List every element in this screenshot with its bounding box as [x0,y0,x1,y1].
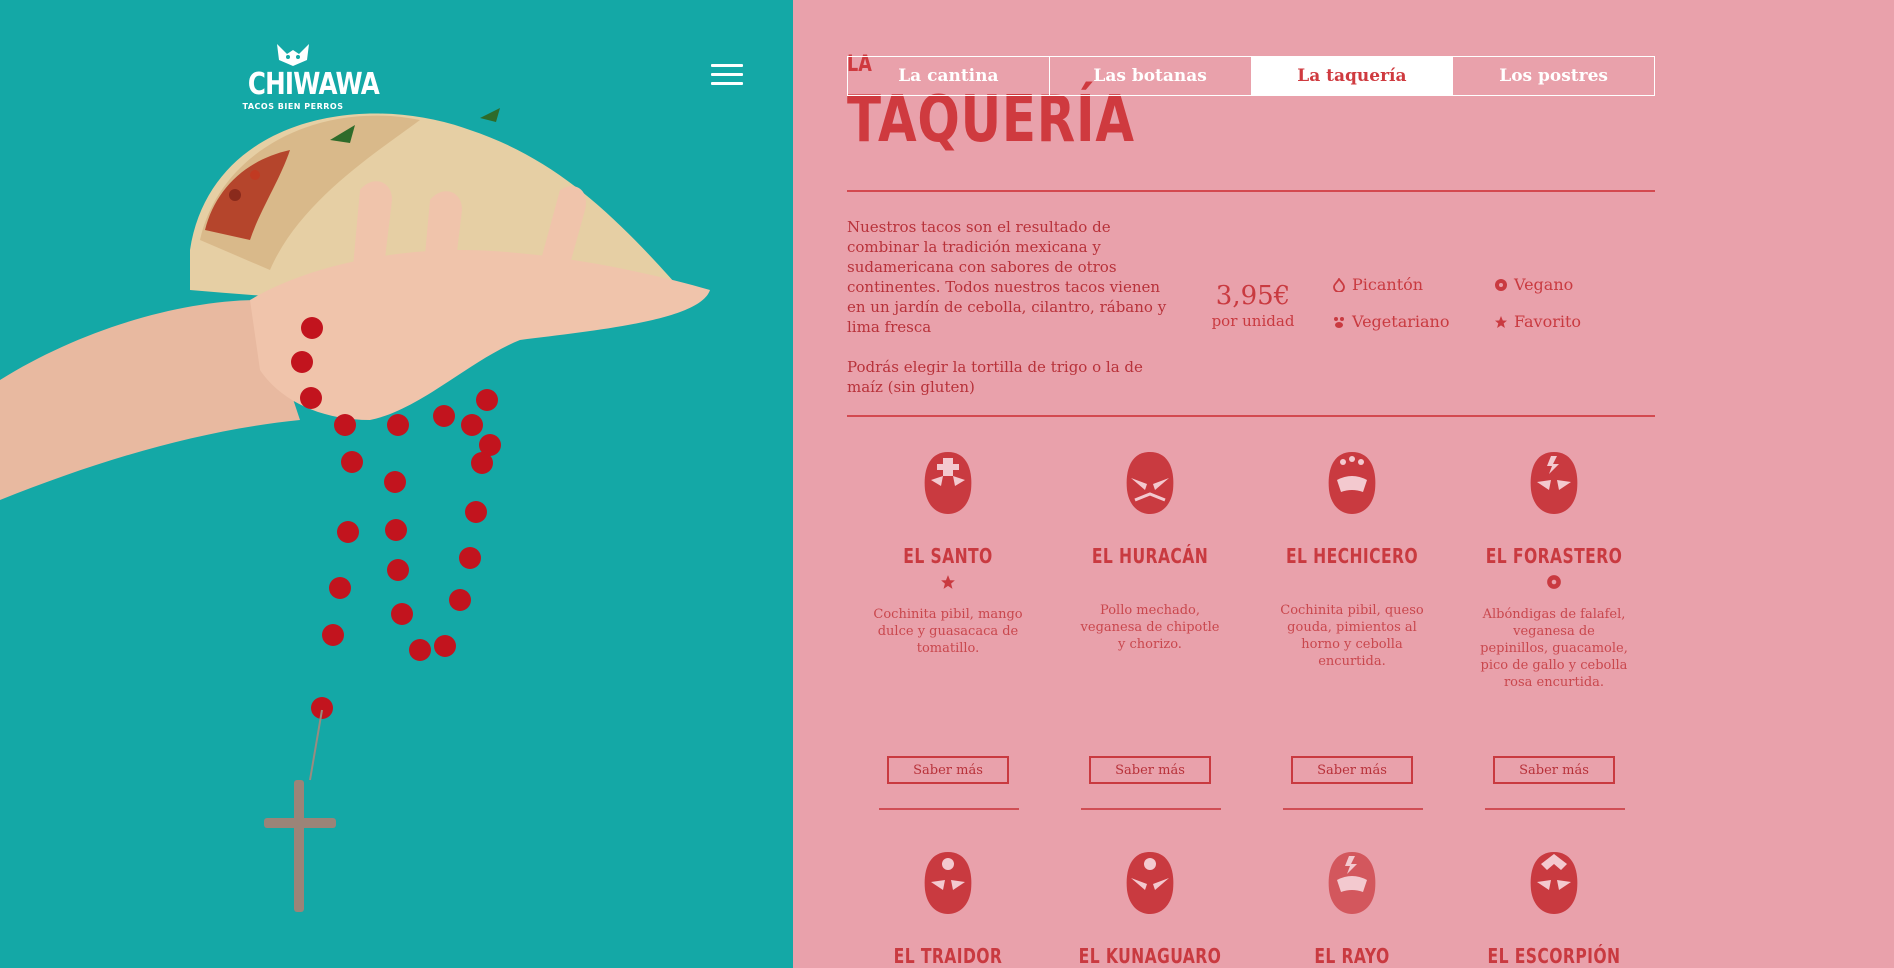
taco-name: EL FORASTERO [1485,544,1623,568]
saber-mas-button[interactable]: Saber más [1291,756,1413,784]
legend-item-vegetariano: Vegetariano [1332,312,1494,331]
taco-grid-row-2: EL TRAIDOR EL KUNAGUARO EL RAYO EL ESCOR… [847,850,1655,968]
tab-los-postres[interactable]: Los postres [1453,57,1654,95]
legend-label: Vegano [1514,275,1574,294]
wrestler-mask-icon [1530,852,1578,914]
wrestler-mask-icon [1530,452,1578,514]
taco-card: EL HURACÁN Pollo mechado, veganesa de ch… [1049,450,1251,825]
divider [847,190,1655,192]
taco-description: Cochinita pibil, queso gouda, pimientos … [1280,603,1424,669]
legend-item-vegano: Vegano [1494,275,1656,294]
wrestler-mask-icon [1328,852,1376,914]
menu-icon-bar [711,73,743,76]
legend-label: Favorito [1514,312,1582,331]
legend-item-favorito: Favorito [1494,312,1656,331]
taco-name: EL SANTO [903,544,993,568]
taco-name: EL HURACÁN [1091,544,1209,568]
taco-name: EL KUNAGUARO [1078,944,1222,968]
wrestler-mask-icon [924,452,972,514]
wrestler-mask-icon [924,852,972,914]
legend-item-picanton: Picantón [1332,275,1494,294]
divider [879,808,1019,810]
taco-tag [1142,574,1158,590]
menu-icon[interactable] [711,64,743,86]
taco-name: EL TRAIDOR [893,944,1003,968]
intro-text: Nuestros tacos son el resultado de combi… [847,217,1177,417]
price-value: 3,95€ [1215,281,1291,311]
saber-mas-button[interactable]: Saber más [1493,756,1615,784]
brand-name: CHIWAWA [247,67,380,102]
intro-paragraph: Podrás elegir la tortilla de trigo o la … [847,358,1143,396]
menu-icon-bar [711,64,743,67]
menu-category-tabs: La cantina Las botanas La taquería Los p… [847,56,1655,96]
taco-description: Cochinita pibil, mango dulce y guasacaca… [873,607,1023,656]
taco-description: Albóndigas de falafel, veganesa de pepin… [1480,607,1628,690]
divider [847,415,1655,417]
taco-card: EL KUNAGUARO [1049,850,1251,968]
divider [1283,808,1423,810]
taco-name: EL RAYO [1314,944,1390,968]
taco-tag [1344,574,1360,590]
tab-las-botanas[interactable]: Las botanas [1050,57,1252,95]
taco-name: EL HECHICERO [1285,544,1419,568]
divider [1081,808,1221,810]
taco-card: EL RAYO [1251,850,1453,968]
intro-paragraph: Nuestros tacos son el resultado de combi… [847,218,1167,336]
diet-legend: Picantón Vegano Vegetariano Favorito [1332,275,1662,331]
flame-icon [1333,277,1345,292]
saber-mas-button[interactable]: Saber más [887,756,1009,784]
taco-card: EL ESCORPIÓN [1453,850,1655,968]
taco-card: EL SANTO Cochinita pibil, mango dulce y … [847,450,1049,825]
flower-icon [1547,575,1561,589]
taco-grid: EL SANTO Cochinita pibil, mango dulce y … [847,450,1655,825]
saber-mas-button[interactable]: Saber más [1089,756,1211,784]
legend-label: Picantón [1352,275,1424,294]
star-icon [1495,315,1507,328]
hero-photo [0,108,710,912]
brand-logo[interactable]: CHIWAWA TACOS BIEN PERROS [238,42,380,111]
menu-icon-bar [711,82,743,85]
taco-card: EL FORASTERO Albóndigas de falafel, vega… [1453,450,1655,825]
wrestler-mask-icon [1126,452,1174,514]
price-block: 3,95€ por unidad [1205,280,1301,330]
wrestler-mask-icon [1126,852,1174,914]
star-icon [941,575,955,589]
price-unit: por unidad [1211,312,1295,330]
taco-name: EL ESCORPIÓN [1487,944,1621,968]
tab-la-taqueria[interactable]: La taquería [1251,57,1454,95]
legend-label: Vegetariano [1352,312,1450,331]
tab-la-cantina[interactable]: La cantina [848,57,1050,95]
hero-panel: CHIWAWA TACOS BIEN PERROS [0,0,793,968]
wrestler-mask-icon [1328,452,1376,514]
flower-icon [1495,278,1507,291]
taco-card: EL HECHICERO Cochinita pibil, queso goud… [1251,450,1453,825]
taco-description: Pollo mechado, veganesa de chipotle y ch… [1080,603,1220,652]
taco-card: EL TRAIDOR [847,850,1049,968]
page-title: TAQUERÍA [847,83,1135,157]
divider [1485,808,1625,810]
chihuahua-head-icon [277,44,309,66]
paw-icon [1334,316,1344,328]
brand-tagline: TACOS BIEN PERROS [242,102,344,111]
